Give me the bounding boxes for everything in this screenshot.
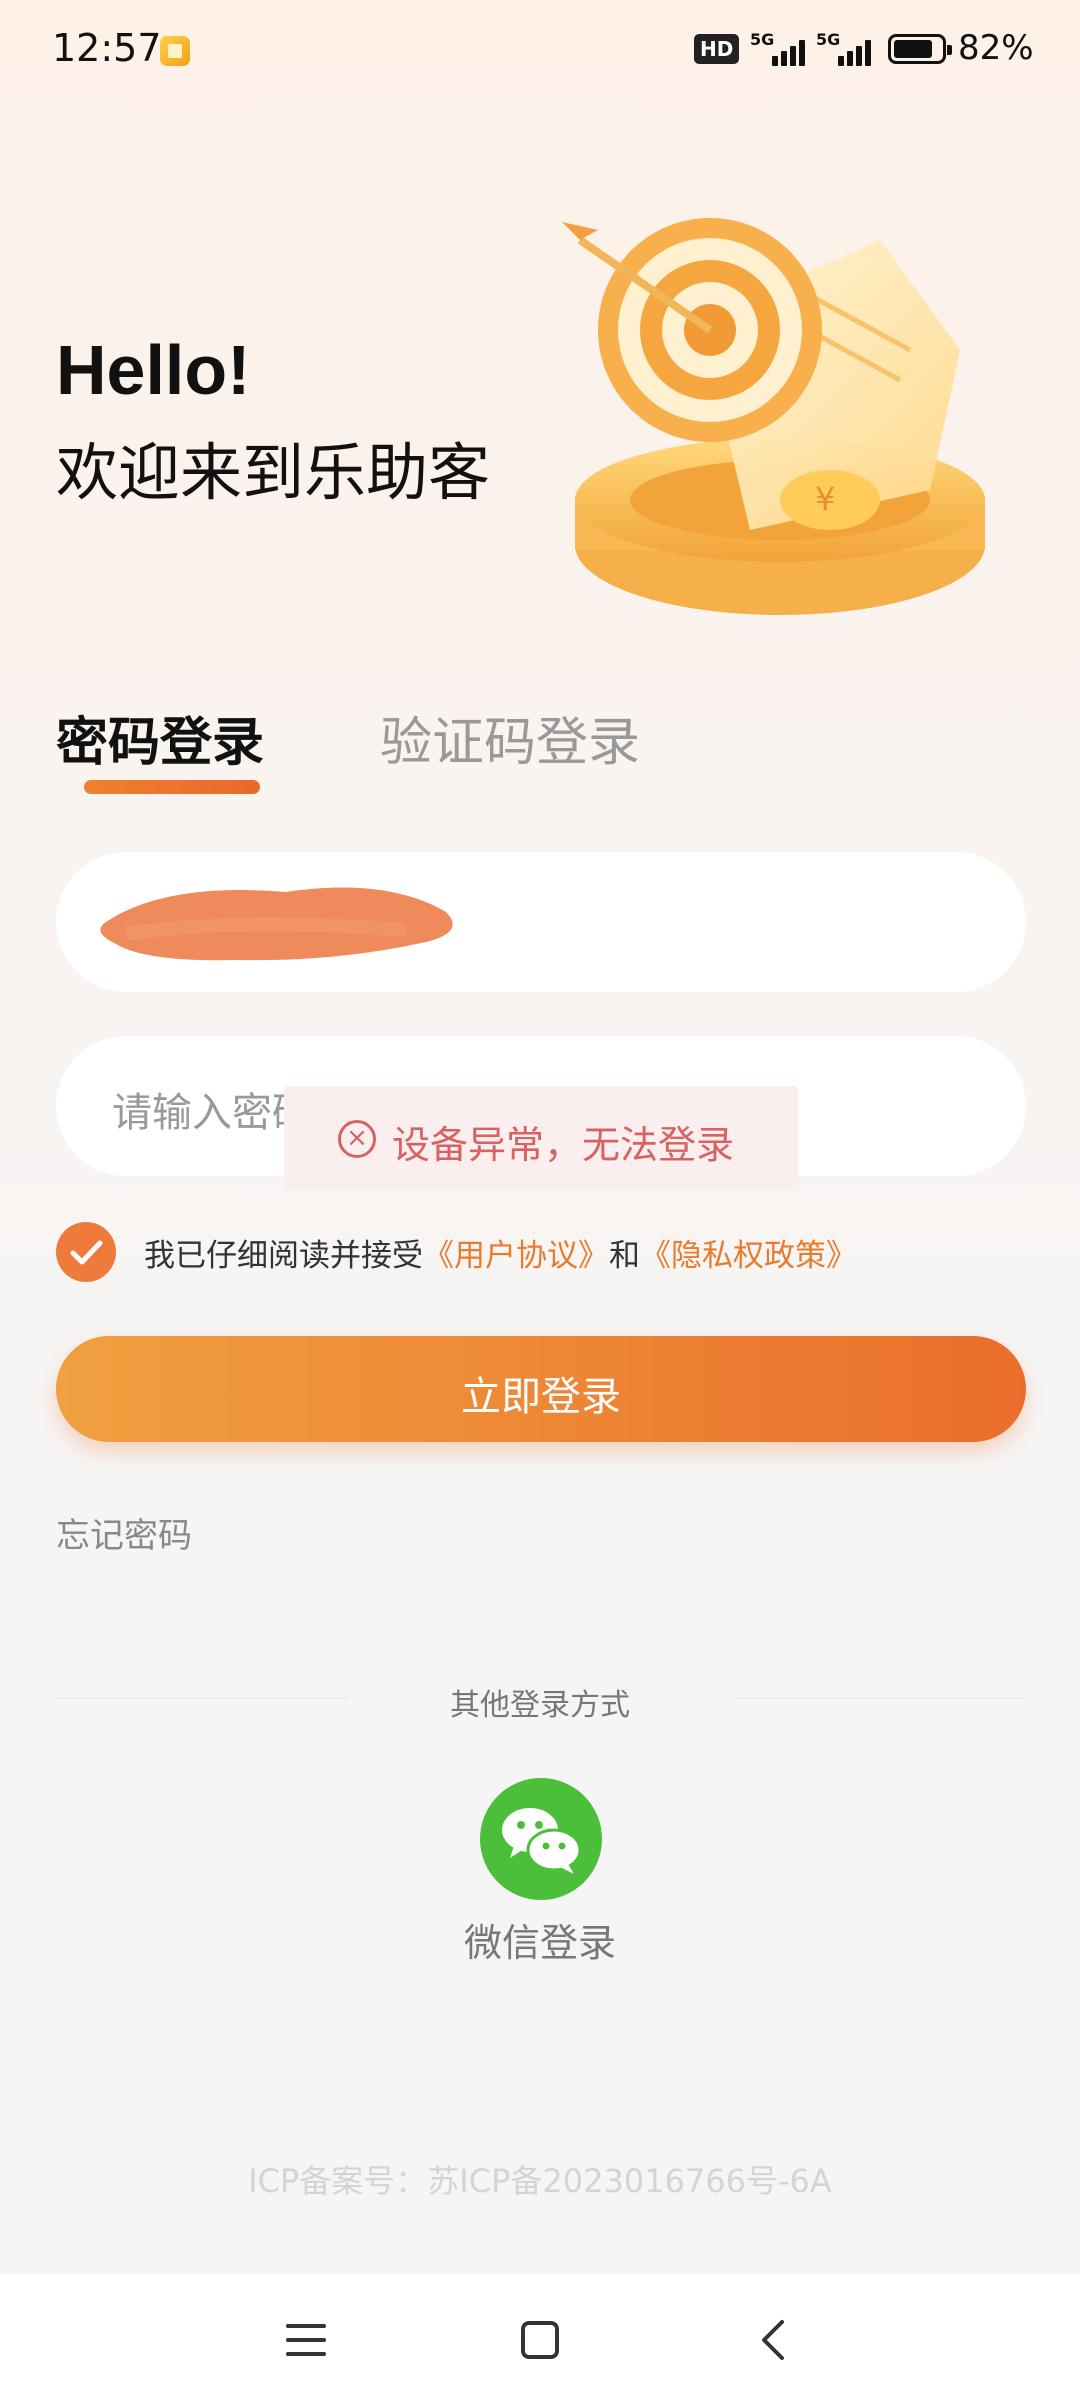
account-input[interactable] <box>56 852 1026 992</box>
forgot-password-link[interactable]: 忘记密码 <box>56 1508 192 1557</box>
user-agreement-link[interactable]: 《用户协议》 <box>423 1238 609 1274</box>
menu-icon[interactable] <box>276 2310 336 2370</box>
navigation-bar <box>0 2274 1080 2400</box>
toast-message: 设备异常，无法登录 <box>392 1123 735 1167</box>
notification-app-icon <box>160 36 190 66</box>
status-time: 12:57 <box>52 26 162 70</box>
wechat-icon <box>502 1808 582 1874</box>
welcome-text: 欢迎来到乐助客 <box>56 436 491 509</box>
wechat-login-button[interactable] <box>480 1778 602 1900</box>
active-tab-indicator <box>84 780 260 794</box>
signal-icon: 5G <box>750 30 810 66</box>
tab-password-login[interactable]: 密码登录 <box>56 700 264 775</box>
agreement-prefix: 我已仔细阅读并接受 <box>144 1238 423 1274</box>
agreement-text: 我已仔细阅读并接受《用户协议》和《隐私权政策》 <box>144 1230 857 1275</box>
agreement-and: 和 <box>609 1238 640 1274</box>
icp-record: ICP备案号：苏ICP备2023016766号-6A <box>248 2162 832 2200</box>
svg-text:¥: ¥ <box>815 480 835 518</box>
battery-icon <box>888 34 952 64</box>
target-illustration: ¥ <box>562 218 985 615</box>
checkmark-icon <box>70 1240 103 1265</box>
tab-code-login[interactable]: 验证码登录 <box>380 700 640 775</box>
close-circle-icon: × <box>338 1120 376 1158</box>
status-bar: 12:57 HD 5G 5G 82% <box>0 0 1080 100</box>
redaction-scribble <box>100 887 453 961</box>
home-icon[interactable] <box>510 2310 570 2370</box>
back-icon[interactable] <box>744 2310 804 2370</box>
signal-icon-2: 5G <box>816 30 876 66</box>
battery-percent: 82% <box>958 28 1034 68</box>
wechat-login-label: 微信登录 <box>463 1921 616 1965</box>
hd-voice-icon: HD <box>694 34 740 64</box>
login-button-label: 立即登录 <box>461 1374 621 1420</box>
login-button[interactable]: 立即登录 <box>56 1336 1026 1442</box>
privacy-policy-link[interactable]: 《隐私权政策》 <box>640 1238 857 1274</box>
other-login-title: 其他登录方式 <box>450 1688 630 1723</box>
agreement-checkbox[interactable] <box>56 1222 116 1282</box>
error-toast: × 设备异常，无法登录 <box>284 1086 798 1190</box>
password-placeholder: 请输入密码 <box>112 1090 312 1136</box>
hello-heading: Hello! <box>56 331 251 409</box>
